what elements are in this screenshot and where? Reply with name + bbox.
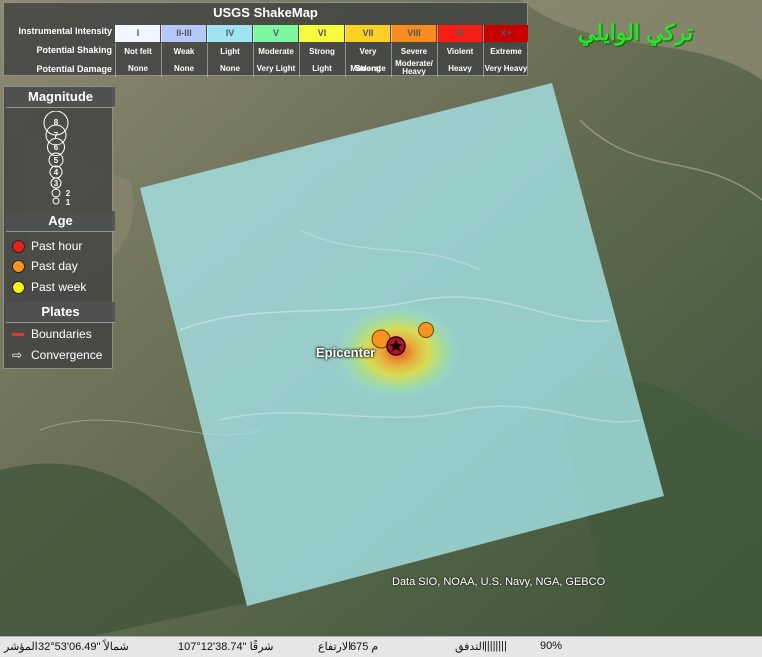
shaking-cell: Not felt [115, 43, 160, 60]
streaming-percent: 90% [540, 640, 563, 652]
age-section: Age [6, 211, 115, 232]
damage-cell: None [115, 60, 160, 77]
epicenter-label: Epicenter [316, 345, 376, 360]
mag-label-3: 3 [54, 179, 59, 188]
row-label-damage: Potential Damage [36, 64, 112, 74]
intensity-cell: X+ [483, 25, 528, 42]
magnitude-scale-icon: 8 7 6 5 4 3 2 1 [43, 111, 71, 207]
mag-label-4: 4 [54, 168, 59, 177]
event-past-day[interactable] [418, 322, 434, 338]
streaming-label: التدفق [455, 641, 485, 653]
magnitude-section: Magnitude [6, 87, 115, 108]
intensity-cell: IX [437, 25, 482, 42]
elevation-label: الارتفاع [318, 641, 352, 653]
mag-label-2: 2 [66, 189, 71, 198]
mag-label-7: 7 [54, 131, 59, 140]
shaking-cell: Severe [391, 43, 436, 60]
shaking-cell: Moderate [253, 43, 298, 60]
mag-label-6: 6 [54, 143, 59, 152]
longitude-readout: 107°12'38.74" شرقًا [178, 641, 274, 653]
damage-cell: Very Light [253, 60, 298, 77]
streaming-bars: |||||||| [484, 640, 507, 652]
mag-label-8: 8 [54, 118, 59, 127]
damage-cell: None [161, 60, 206, 77]
shaking-cell: Weak [161, 43, 206, 60]
row-label-intensity: Instrumental Intensity [18, 26, 112, 36]
damage-cell: Very Heavy [483, 60, 528, 77]
latitude-readout: 32°53'06.49" شمالاً [38, 641, 129, 653]
elevation-readout: 675 م [350, 641, 379, 653]
age-item-past-day: Past day [12, 259, 78, 274]
age-item-past-week: Past week [12, 280, 86, 295]
boundary-line-icon [12, 333, 24, 337]
age-item-past-hour: Past hour [12, 239, 82, 254]
shaking-cell: Extreme [483, 43, 528, 60]
past-week-dot-icon [12, 281, 25, 295]
intensity-cell: II-III [161, 25, 206, 42]
plates-item-convergence: ⇨ Convergence [12, 348, 103, 362]
shaking-cell: Very Strong [345, 43, 390, 73]
status-bar: المؤشر 32°53'06.49" شمالاً 107°12'38.74"… [0, 636, 762, 657]
convergence-arrow-icon: ⇨ [12, 348, 23, 362]
damage-cell: Moderate/ Heavy [391, 60, 436, 77]
damage-cell: Moderate [345, 60, 390, 77]
mag-label-5: 5 [54, 156, 59, 165]
pointer-label: المؤشر [4, 641, 38, 653]
intensity-cell: IV [207, 25, 252, 42]
intensity-cell: VII [345, 25, 390, 42]
plates-title: Plates [6, 302, 115, 323]
damage-cell: Heavy [437, 60, 482, 77]
mag-label-1: 1 [66, 198, 71, 207]
shaking-cell: Violent [437, 43, 482, 60]
map-legend: Magnitude 8 7 6 5 4 3 2 1 Age Past hour … [3, 86, 115, 369]
damage-cell: Light [299, 60, 344, 77]
magnitude-title: Magnitude [6, 87, 115, 108]
plates-item-boundaries: Boundaries [12, 327, 92, 341]
shakemap-legend: USGS ShakeMap Instrumental Intensity Pot… [3, 2, 528, 77]
map-attribution: Data SIO, NOAA, U.S. Navy, NGA, GEBCO [392, 576, 606, 588]
damage-cell: None [207, 60, 252, 77]
intensity-cell: I [115, 25, 160, 42]
past-hour-dot-icon [12, 240, 25, 254]
intensity-cell: VIII [391, 25, 436, 42]
age-title: Age [6, 211, 115, 232]
shakemap-title: USGS ShakeMap [213, 5, 318, 20]
watermark-text: تركي الوايلي [578, 20, 694, 45]
shaking-cell: Light [207, 43, 252, 60]
intensity-cell: VI [299, 25, 344, 42]
intensity-cell: V [253, 25, 298, 42]
row-label-shaking: Potential Shaking [36, 45, 112, 55]
plates-section: Plates [6, 302, 115, 323]
shaking-cell: Strong [299, 43, 344, 60]
past-day-dot-icon [12, 260, 25, 274]
